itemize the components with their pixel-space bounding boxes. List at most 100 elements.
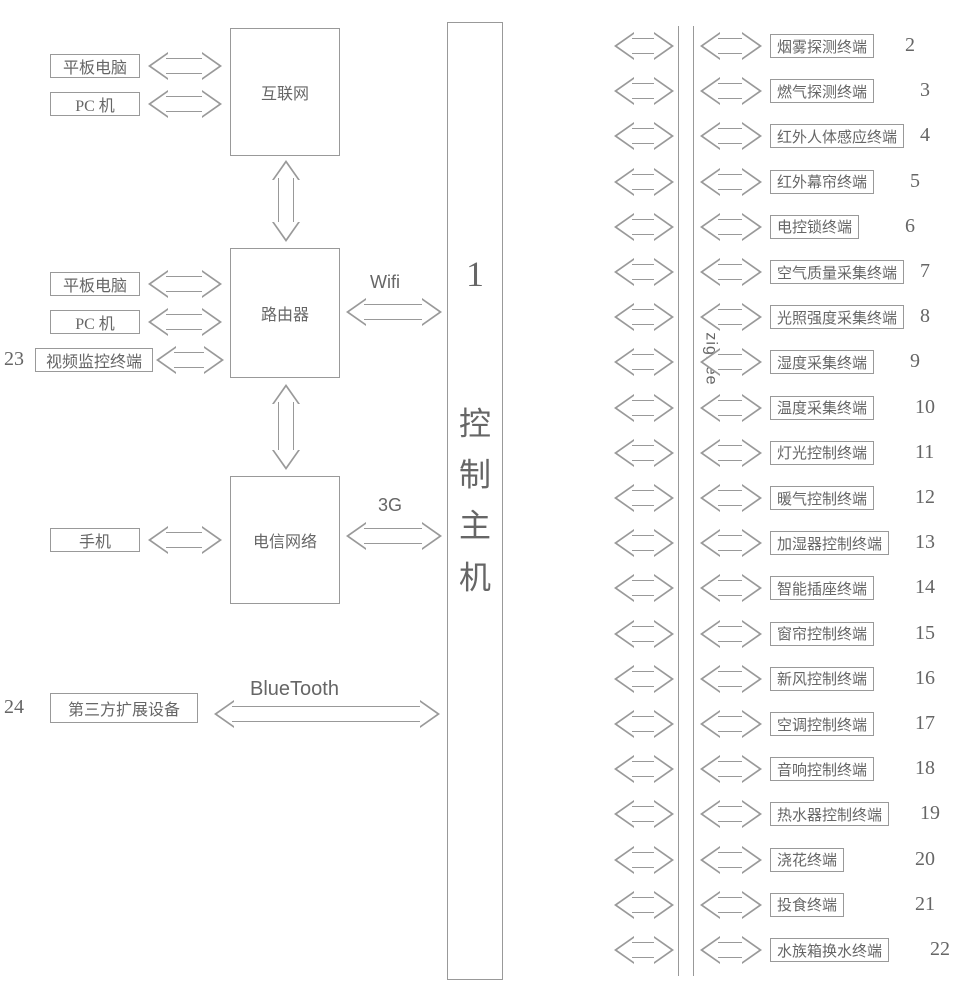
terminal-box: 智能插座终端 — [770, 576, 874, 600]
internet-label: 互联网 — [261, 80, 309, 104]
terminal-number: 12 — [915, 486, 935, 509]
arrow-icon — [700, 936, 762, 964]
arrow-icon — [214, 700, 440, 728]
terminal-row: 温度采集终端10 — [600, 386, 976, 430]
control-host-number: 1 — [466, 253, 484, 295]
terminal-number: 10 — [915, 396, 935, 419]
terminal-number: 13 — [915, 531, 935, 554]
telecom-box: 电信网络 — [230, 476, 340, 604]
router-box: 路由器 — [230, 248, 340, 378]
arrow-icon — [700, 846, 762, 874]
arrow-icon — [614, 122, 674, 150]
pc-label-2: PC 机 — [75, 310, 115, 334]
terminal-number: 17 — [915, 712, 935, 735]
arrow-icon — [272, 384, 300, 470]
arrow-icon — [614, 620, 674, 648]
arrow-icon — [700, 800, 762, 828]
terminal-box: 水族箱换水终端 — [770, 938, 889, 962]
terminal-row: 新风控制终端16 — [600, 657, 976, 701]
arrow-icon — [614, 665, 674, 693]
terminal-box: 投食终端 — [770, 893, 844, 917]
arrow-icon — [614, 936, 674, 964]
arrow-icon — [346, 298, 442, 326]
terminal-number: 6 — [905, 215, 915, 238]
terminal-box: 浇花终端 — [770, 848, 844, 872]
arrow-icon — [700, 620, 762, 648]
arrow-icon — [700, 348, 762, 376]
arrow-icon — [156, 346, 224, 374]
arrow-icon — [614, 710, 674, 738]
terminal-row: 音响控制终端 18 — [600, 747, 976, 791]
arrow-icon — [700, 213, 762, 241]
internet-box: 互联网 — [230, 28, 340, 156]
terminal-row: 光照强度采集终端8 — [600, 295, 976, 339]
control-host-box: 1 控 制 主 机 — [447, 22, 503, 980]
arrow-icon — [614, 755, 674, 783]
thirdparty-label: 第三方扩展设备 — [68, 696, 180, 720]
3g-label: 3G — [378, 495, 402, 516]
arrow-icon — [614, 258, 674, 286]
terminal-box: 电控锁终端 — [770, 215, 859, 239]
terminal-row: 窗帘控制终端15 — [600, 612, 976, 656]
arrow-icon — [700, 303, 762, 331]
terminal-box: 新风控制终端 — [770, 667, 874, 691]
terminal-row: 智能插座终端 14 — [600, 566, 976, 610]
arrow-icon — [700, 394, 762, 422]
telecom-label: 电信网络 — [253, 528, 317, 552]
arrow-icon — [614, 77, 674, 105]
terminal-box: 燃气探测终端 — [770, 79, 874, 103]
tablet-box-1: 平板电脑 — [50, 54, 140, 78]
arrow-icon — [700, 891, 762, 919]
router-label: 路由器 — [261, 301, 309, 325]
terminal-box: 热水器控制终端 — [770, 802, 889, 826]
terminal-row: 投食终端21 — [600, 883, 976, 927]
terminal-row: 浇花终端20 — [600, 838, 976, 882]
phone-label: 手机 — [79, 528, 111, 552]
terminal-box: 音响控制终端 — [770, 757, 874, 781]
arrow-icon — [700, 77, 762, 105]
arrow-icon — [148, 270, 222, 298]
arrow-icon — [700, 122, 762, 150]
terminal-box: 灯光控制终端 — [770, 441, 874, 465]
terminal-box: 暖气控制终端 — [770, 486, 874, 510]
terminal-number: 14 — [915, 576, 935, 599]
terminal-number: 18 — [915, 757, 935, 780]
terminal-box: 红外人体感应终端 — [770, 124, 904, 148]
terminal-row: 热水器控制终端19 — [600, 792, 976, 836]
arrow-icon — [614, 800, 674, 828]
terminal-row: 空气质量采集终端7 — [600, 250, 976, 294]
terminal-row: 湿度采集终端9 — [600, 340, 976, 384]
terminal-number: 15 — [915, 622, 935, 645]
terminal-row: 红外人体感应终端4 — [600, 114, 976, 158]
terminal-box: 光照强度采集终端 — [770, 305, 904, 329]
arrow-icon — [148, 308, 222, 336]
arrow-icon — [700, 574, 762, 602]
pc-label-1: PC 机 — [75, 92, 115, 116]
arrow-icon — [614, 574, 674, 602]
terminal-number: 11 — [915, 441, 934, 464]
terminal-number: 7 — [920, 260, 930, 283]
terminal-box: 红外幕帘终端 — [770, 170, 874, 194]
arrow-icon — [700, 665, 762, 693]
arrow-icon — [700, 755, 762, 783]
terminal-box: 烟雾探测终端 — [770, 34, 874, 58]
arrow-icon — [272, 160, 300, 242]
terminal-number: 3 — [920, 79, 930, 102]
arrow-icon — [614, 484, 674, 512]
arrow-icon — [700, 439, 762, 467]
phone-box: 手机 — [50, 528, 140, 552]
terminal-box: 湿度采集终端 — [770, 350, 874, 374]
num-24: 24 — [4, 696, 24, 719]
tablet-label-2: 平板电脑 — [63, 272, 127, 296]
bluetooth-label: BlueTooth — [250, 678, 339, 701]
tablet-label-1: 平板电脑 — [63, 54, 127, 78]
wifi-label: Wifi — [370, 272, 400, 293]
terminal-row: 灯光控制终端 11 — [600, 431, 976, 475]
arrow-icon — [614, 394, 674, 422]
terminal-number: 5 — [910, 170, 920, 193]
arrow-icon — [148, 90, 222, 118]
arrow-icon — [148, 52, 222, 80]
thirdparty-box: 第三方扩展设备 — [50, 693, 198, 723]
arrow-icon — [614, 891, 674, 919]
terminal-box: 空调控制终端 — [770, 712, 874, 736]
